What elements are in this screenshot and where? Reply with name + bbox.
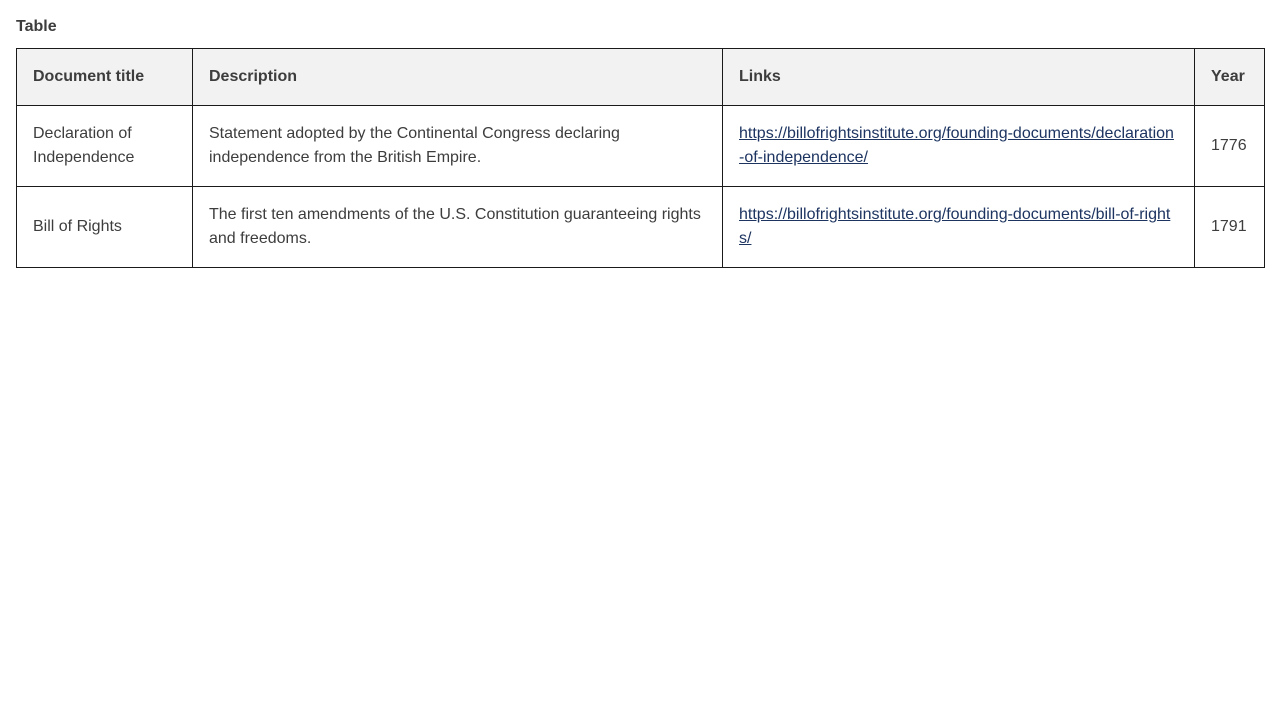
- cell-links: https://billofrightsinstitute.org/foundi…: [722, 105, 1195, 187]
- cell-year: 1791: [1194, 186, 1265, 268]
- table-row: Declaration of Independence Statement ad…: [16, 105, 1265, 187]
- table-row: Bill of Rights The first ten amendments …: [16, 186, 1265, 268]
- document-link[interactable]: https://billofrightsinstitute.org/foundi…: [739, 206, 1170, 247]
- document-link[interactable]: https://billofrightsinstitute.org/foundi…: [739, 125, 1174, 166]
- page: Table Document title Description Links Y…: [0, 0, 1280, 268]
- cell-description: Statement adopted by the Continental Con…: [192, 105, 723, 187]
- header-description: Description: [192, 48, 723, 106]
- header-document-title: Document title: [16, 48, 193, 106]
- table-body: Declaration of Independence Statement ad…: [16, 105, 1265, 268]
- table-caption: Table: [16, 18, 57, 35]
- header-year: Year: [1194, 48, 1265, 106]
- cell-year: 1776: [1194, 105, 1265, 187]
- cell-document-title: Bill of Rights: [16, 186, 193, 268]
- documents-table: Document title Description Links Year De…: [16, 48, 1265, 268]
- table-header: Document title Description Links Year: [16, 48, 1265, 106]
- cell-document-title: Declaration of Independence: [16, 105, 193, 187]
- header-links: Links: [722, 48, 1195, 106]
- cell-description: The first ten amendments of the U.S. Con…: [192, 186, 723, 268]
- cell-links: https://billofrightsinstitute.org/foundi…: [722, 186, 1195, 268]
- header-row: Document title Description Links Year: [16, 48, 1265, 106]
